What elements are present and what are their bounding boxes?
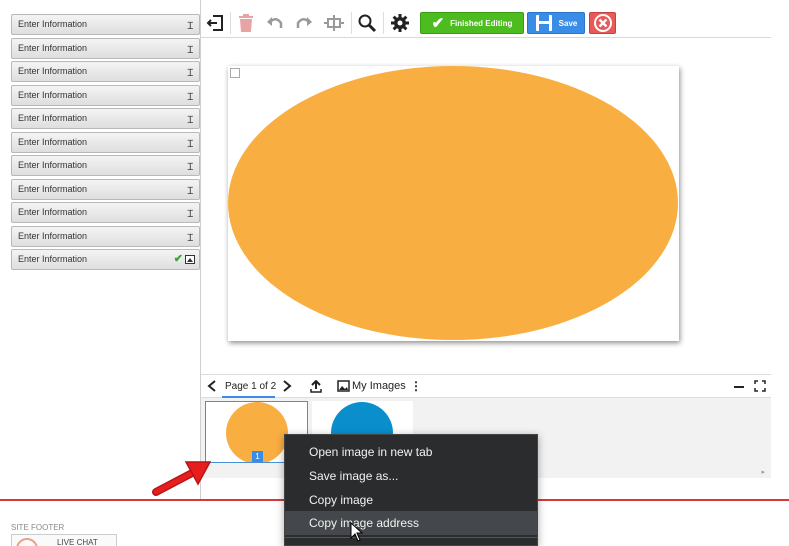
live-chat-widget[interactable]: LIVE CHAT [11, 534, 117, 546]
trash-icon [239, 14, 253, 32]
field-9[interactable]: Enter Information Ɪ [11, 202, 200, 223]
orange-ellipse-shape[interactable] [228, 66, 678, 340]
editor-toolbar: ✔ Finished Editing Save [201, 0, 771, 38]
image-panel-bar: Page 1 of 2 My Images ⋮ [201, 374, 771, 398]
text-cursor-icon: Ɪ [187, 233, 193, 244]
text-cursor-icon: Ɪ [187, 115, 193, 126]
design-canvas[interactable] [228, 66, 679, 341]
image-icon [185, 255, 195, 264]
menu-save-image-as[interactable]: Save image as... [285, 464, 537, 488]
maximize-icon[interactable] [754, 380, 766, 392]
field-label: Enter Information [18, 184, 88, 194]
field-sidebar: Enter Information Ɪ Enter Information Ɪ … [0, 0, 201, 500]
field-label: Enter Information [18, 231, 88, 241]
field-4[interactable]: Enter Information Ɪ [11, 85, 200, 106]
field-label: Enter Information [18, 254, 88, 264]
field-2[interactable]: Enter Information Ɪ [11, 38, 200, 59]
field-5[interactable]: Enter Information Ɪ [11, 108, 200, 129]
annotation-arrow-icon [152, 461, 212, 496]
field-label: Enter Information [18, 160, 88, 170]
toolbar-separator [230, 12, 231, 34]
field-6[interactable]: Enter Information Ɪ [11, 132, 200, 153]
minimize-icon[interactable] [734, 386, 744, 388]
field-label: Enter Information [18, 137, 88, 147]
close-icon [593, 14, 612, 32]
text-cursor-icon: Ɪ [187, 186, 193, 197]
field-11-image[interactable]: Enter Information ✔ [11, 249, 200, 270]
canvas-drawing [228, 66, 678, 340]
field-label: Enter Information [18, 66, 88, 76]
context-menu: Open image in new tab Save image as... C… [284, 434, 538, 546]
exit-button[interactable] [203, 12, 227, 34]
field-label: Enter Information [18, 90, 88, 100]
redo-icon [296, 17, 312, 28]
zoom-button[interactable] [355, 12, 379, 34]
text-cursor-icon: Ɪ [187, 139, 193, 150]
thumbnail-badge: 1 [252, 451, 263, 462]
field-label: Enter Information [18, 19, 88, 29]
scroll-right-icon[interactable]: ▸ [761, 468, 765, 476]
field-label: Enter Information [18, 43, 88, 53]
align-button[interactable] [322, 12, 346, 34]
field-8[interactable]: Enter Information Ɪ [11, 179, 200, 200]
live-chat-label: LIVE CHAT [57, 538, 98, 546]
finished-editing-label: Finished Editing [450, 18, 513, 28]
toolbar-separator [383, 12, 384, 34]
images-icon [337, 380, 350, 392]
chat-avatar-icon [16, 538, 38, 546]
field-1[interactable]: Enter Information Ɪ [11, 14, 200, 35]
upload-icon[interactable] [310, 380, 322, 393]
field-label: Enter Information [18, 113, 88, 123]
align-center-icon [324, 15, 344, 31]
text-cursor-icon: Ɪ [187, 209, 193, 220]
menu-separator [285, 537, 537, 538]
page-indicator: Page 1 of 2 [225, 381, 277, 392]
undo-icon [267, 17, 283, 28]
site-footer-label: SITE FOOTER [11, 523, 65, 532]
save-button[interactable]: Save [527, 12, 585, 34]
undo-button[interactable] [263, 12, 287, 34]
chevron-left-icon[interactable] [207, 380, 217, 392]
text-cursor-icon: Ɪ [187, 45, 193, 56]
magnifier-icon [358, 14, 377, 33]
toolbar-separator [351, 12, 352, 34]
field-10[interactable]: Enter Information Ɪ [11, 226, 200, 247]
floppy-disk-icon [535, 15, 552, 31]
mouse-pointer-icon [350, 522, 364, 542]
delete-button[interactable] [234, 12, 258, 34]
settings-button[interactable] [388, 12, 412, 34]
menu-copy-image-address[interactable]: Copy image address [285, 511, 537, 535]
field-7[interactable]: Enter Information Ɪ [11, 155, 200, 176]
text-cursor-icon: Ɪ [187, 162, 193, 173]
redo-button[interactable] [292, 12, 316, 34]
chevron-right-icon[interactable] [282, 380, 292, 392]
field-label: Enter Information [18, 207, 88, 217]
my-images-tab[interactable]: My Images [352, 380, 406, 392]
menu-open-image-new-tab[interactable]: Open image in new tab [285, 440, 537, 464]
gear-icon [391, 14, 409, 32]
checkmark-icon: ✔ [431, 15, 445, 32]
text-cursor-icon: Ɪ [187, 68, 193, 79]
exit-icon [206, 15, 223, 31]
save-label: Save [558, 18, 578, 28]
text-cursor-icon: Ɪ [187, 92, 193, 103]
finished-editing-button[interactable]: ✔ Finished Editing [420, 12, 524, 34]
close-button[interactable] [589, 12, 616, 34]
checkmark-icon: ✔ [173, 253, 183, 265]
field-3[interactable]: Enter Information Ɪ [11, 61, 200, 82]
menu-copy-image[interactable]: Copy image [285, 488, 537, 512]
text-cursor-icon: Ɪ [187, 21, 193, 32]
more-options-icon[interactable]: ⋮ [410, 379, 422, 393]
